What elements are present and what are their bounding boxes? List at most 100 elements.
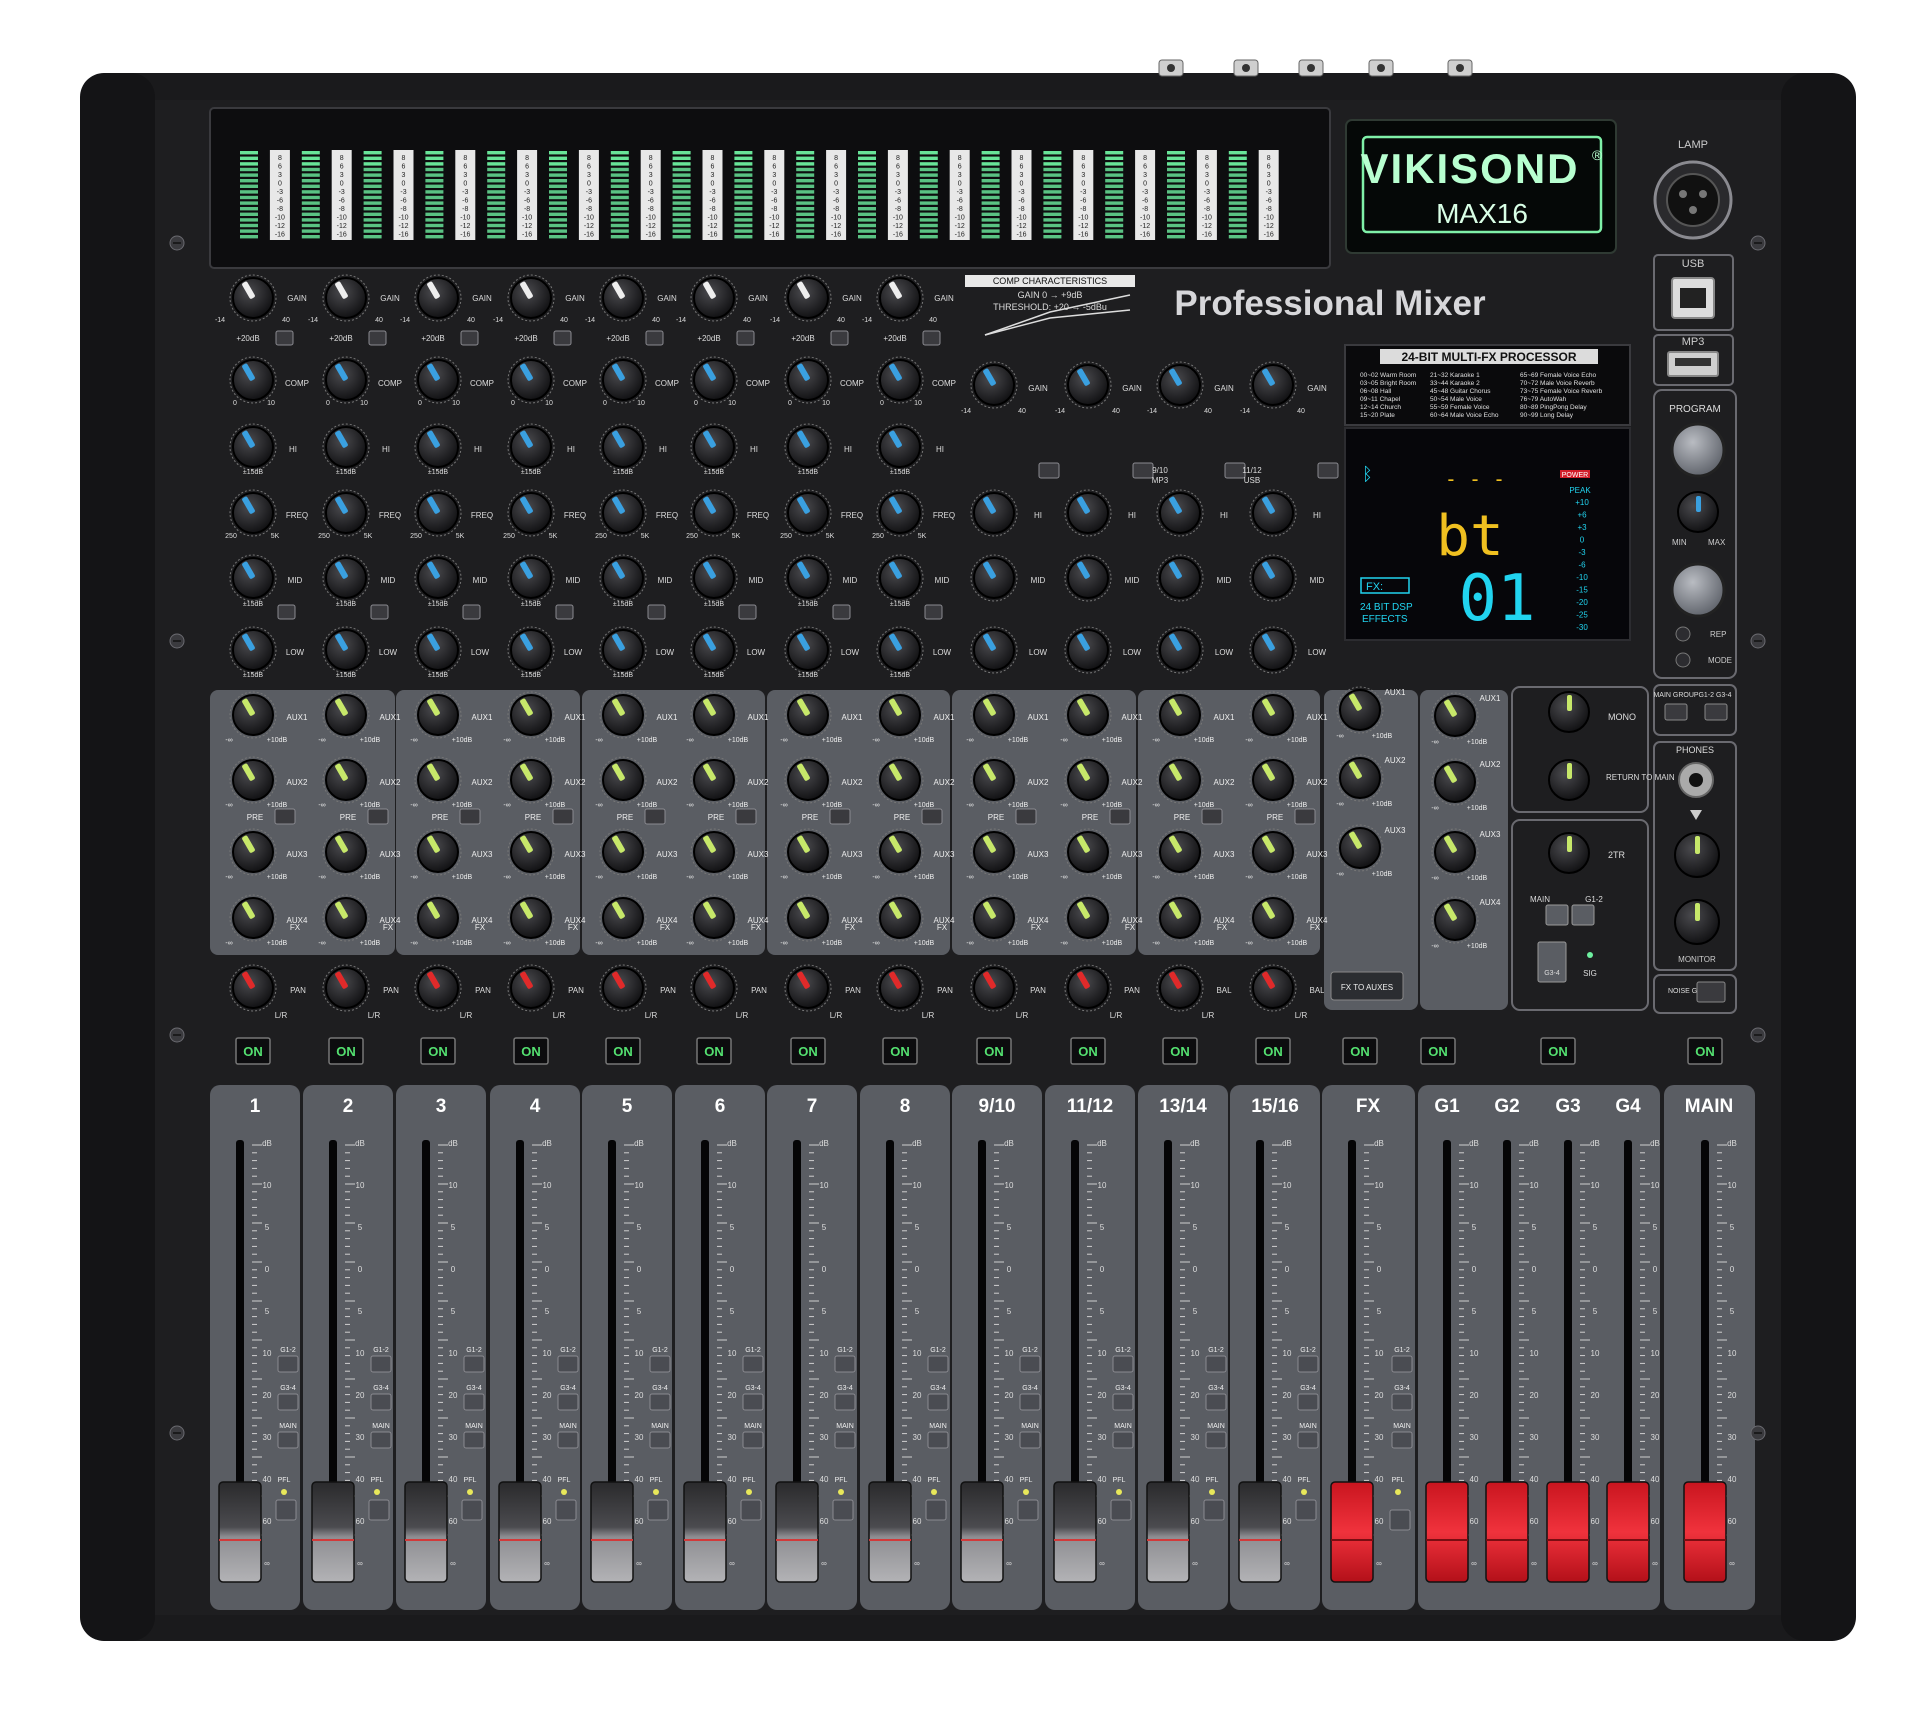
aux1-knob[interactable] [599,691,647,739]
hpf-button[interactable] [924,604,943,620]
assign-button[interactable] [1297,1431,1319,1449]
low-eq-knob[interactable] [229,626,277,674]
aux4-knob[interactable] [1064,894,1112,942]
assign-button[interactable] [927,1393,949,1411]
assign-button[interactable] [463,1393,485,1411]
comp-knob[interactable] [414,356,462,404]
two-track-knob[interactable] [1548,832,1590,874]
hi-eq-knob[interactable] [507,423,555,471]
assign-button[interactable] [1297,1355,1319,1373]
fader-cap[interactable] [1683,1481,1727,1583]
mono-knob[interactable] [1548,691,1590,733]
hpf-button[interactable] [738,604,757,620]
aux1-knob[interactable] [784,691,832,739]
aux2-knob[interactable] [690,756,738,804]
pan-knob[interactable] [784,964,832,1012]
aux2-knob[interactable] [599,756,647,804]
assign-button[interactable] [742,1393,764,1411]
aux2-knob[interactable] [507,756,555,804]
assign-button[interactable] [277,1355,299,1373]
aux-master-1-knob[interactable] [1431,692,1479,740]
two-track-g12-button[interactable] [1571,904,1595,926]
assign-button[interactable] [742,1355,764,1373]
aux1-knob[interactable] [414,691,462,739]
pan-knob[interactable] [322,964,370,1012]
hi-eq-knob[interactable] [599,423,647,471]
aux4-knob[interactable] [876,894,924,942]
fader-cap[interactable] [1425,1481,1469,1583]
aux3-knob[interactable] [1064,828,1112,876]
low-eq-knob[interactable] [322,626,370,674]
pad-button[interactable] [922,330,941,346]
aux4-knob[interactable] [690,894,738,942]
fader-cap[interactable] [1238,1481,1282,1583]
hi-eq-knob[interactable] [690,423,738,471]
aux1-knob[interactable] [1156,691,1204,739]
assign-button[interactable] [463,1431,485,1449]
aux2-knob[interactable] [784,756,832,804]
transport-knob[interactable] [1670,562,1726,618]
pad-button[interactable] [368,330,387,346]
two-track-main-button[interactable] [1545,904,1569,926]
hi-eq-knob[interactable] [322,423,370,471]
assign-button[interactable] [1112,1431,1134,1449]
on-button-5[interactable]: ON [605,1037,641,1065]
aux3-knob[interactable] [229,828,277,876]
return-to-main-knob[interactable] [1548,759,1590,801]
pan-knob[interactable] [1156,964,1204,1012]
pan-knob[interactable] [229,964,277,1012]
hpf-button[interactable] [832,604,851,620]
aux3-knob[interactable] [690,828,738,876]
fader-cap[interactable] [1485,1481,1529,1583]
hpf-button[interactable] [1132,462,1154,479]
pre-button[interactable] [829,808,851,825]
mid-eq-knob[interactable] [322,554,370,602]
pan-knob[interactable] [1064,964,1112,1012]
assign-button[interactable] [742,1431,764,1449]
aux1-knob[interactable] [876,691,924,739]
assign-button[interactable] [277,1431,299,1449]
aux1-knob[interactable] [970,691,1018,739]
pre-button[interactable] [735,808,757,825]
hpf-button[interactable] [1317,462,1339,479]
pfl-button[interactable] [647,1499,669,1521]
hi-eq-knob[interactable] [970,489,1018,537]
low-eq-knob[interactable] [1064,626,1112,674]
aux3-knob[interactable] [599,828,647,876]
gain-knob[interactable] [690,274,738,322]
on-button-3[interactable]: ON [420,1037,456,1065]
aux4-knob[interactable] [1249,894,1297,942]
comp-knob[interactable] [229,356,277,404]
aux3-knob[interactable] [1249,828,1297,876]
gain-knob[interactable] [784,274,832,322]
fader-cap[interactable] [1053,1481,1097,1583]
aux1-knob[interactable] [507,691,555,739]
pan-knob[interactable] [414,964,462,1012]
mid-eq-knob[interactable] [229,554,277,602]
assign-button[interactable] [834,1355,856,1373]
assign-button[interactable] [277,1393,299,1411]
aux4-knob[interactable] [322,894,370,942]
pfl-button[interactable] [461,1499,483,1521]
aux4-knob[interactable] [784,894,832,942]
on-button-7[interactable]: ON [790,1037,826,1065]
low-eq-knob[interactable] [599,626,647,674]
comp-knob[interactable] [599,356,647,404]
comp-knob[interactable] [784,356,832,404]
aux2-knob[interactable] [414,756,462,804]
assign-button[interactable] [649,1431,671,1449]
assign-button[interactable] [927,1355,949,1373]
mid-eq-knob[interactable] [1249,554,1297,602]
mid-eq-knob[interactable] [1064,554,1112,602]
assign-button[interactable] [557,1355,579,1373]
hi-eq-knob[interactable] [414,423,462,471]
aux-master-2-knob[interactable] [1336,754,1384,802]
pan-knob[interactable] [507,964,555,1012]
monitor-level-knob[interactable] [1674,899,1720,945]
pfl-button[interactable] [555,1499,577,1521]
fader-cap[interactable] [218,1481,262,1583]
hi-eq-knob[interactable] [1249,489,1297,537]
mid-eq-knob[interactable] [876,554,924,602]
gain-knob[interactable] [970,361,1018,409]
low-eq-knob[interactable] [690,626,738,674]
